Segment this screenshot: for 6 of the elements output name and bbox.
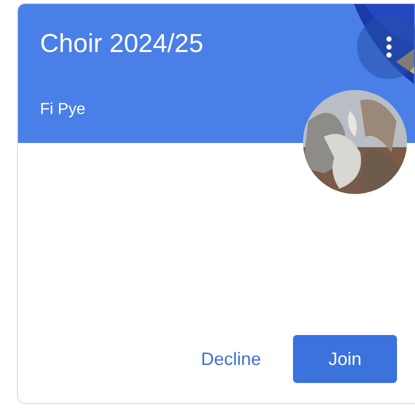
more-options-icon <box>386 36 392 58</box>
more-options-button[interactable] <box>357 15 415 79</box>
join-button[interactable]: Join <box>293 335 398 383</box>
class-title: Choir 2024/25 <box>40 28 204 59</box>
decline-button[interactable]: Decline <box>185 335 278 383</box>
teacher-name: Fi Pye <box>40 101 86 119</box>
